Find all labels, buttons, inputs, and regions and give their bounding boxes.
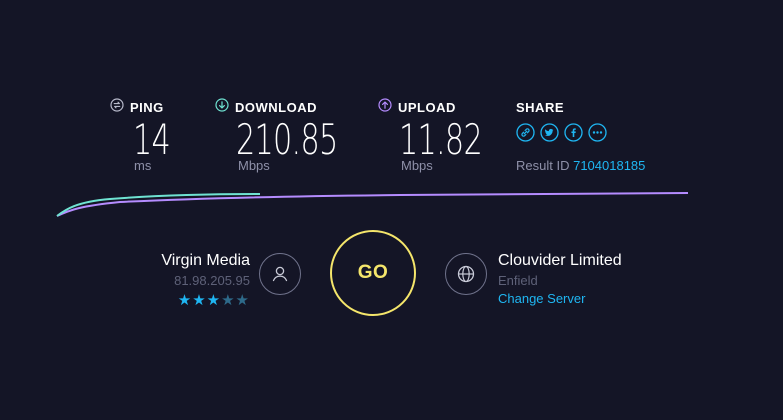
server-name: Clouvider Limited [498,252,622,269]
server-location: Enfield [498,273,538,288]
isp-rating[interactable]: ★★★★★ [161,291,250,309]
isp-ip: 81.98.205.95 [174,273,250,288]
ping-value: 14 [133,115,171,164]
star-icon[interactable]: ★ [221,292,235,309]
link-icon[interactable] [516,123,535,142]
speedtest-app: PING 14 ms DOWNLOAD 210.85 Mbps UPLOAD 1… [0,0,783,420]
ping-label: PING [130,99,164,115]
upload-label: UPLOAD [398,99,456,115]
ping-metric: PING 14 ms [110,97,184,173]
result-id-link[interactable]: 7104018185 [573,158,645,173]
go-button[interactable]: GO [330,230,416,316]
facebook-icon[interactable] [564,123,583,142]
download-unit: Mbps [238,158,270,173]
download-value: 210.85 [236,115,338,164]
isp-name: Virgin Media [161,252,250,269]
upload-arrow-icon [378,97,392,117]
isp-info: Virgin Media 81.98.205.95 ★★★★★ [161,252,250,309]
speed-graph [56,192,689,217]
share-label: SHARE [516,100,565,115]
result-id: Result ID 7104018185 [516,158,645,173]
upload-metric: UPLOAD 11.82 Mbps [378,97,514,173]
upload-value: 11.82 [399,115,483,164]
star-icon[interactable]: ★ [192,292,206,309]
twitter-icon[interactable] [540,123,559,142]
more-icon[interactable] [588,123,607,142]
change-server-link[interactable]: Change Server [498,291,622,306]
server-info: Clouvider Limited Enfield Change Server [498,252,622,306]
star-icon[interactable]: ★ [178,292,192,309]
download-metric: DOWNLOAD 210.85 Mbps [215,97,377,173]
globe-icon[interactable] [445,253,487,295]
ping-icon [110,97,124,117]
star-icon[interactable]: ★ [207,292,221,309]
download-label: DOWNLOAD [235,99,317,115]
ping-unit: ms [134,158,152,173]
star-icon[interactable]: ★ [236,292,250,309]
download-arrow-icon [215,97,229,117]
upload-unit: Mbps [401,158,433,173]
share-icons [516,123,607,142]
user-icon[interactable] [259,253,301,295]
result-id-label: Result ID [516,158,570,173]
share-section: SHARE [516,100,607,142]
